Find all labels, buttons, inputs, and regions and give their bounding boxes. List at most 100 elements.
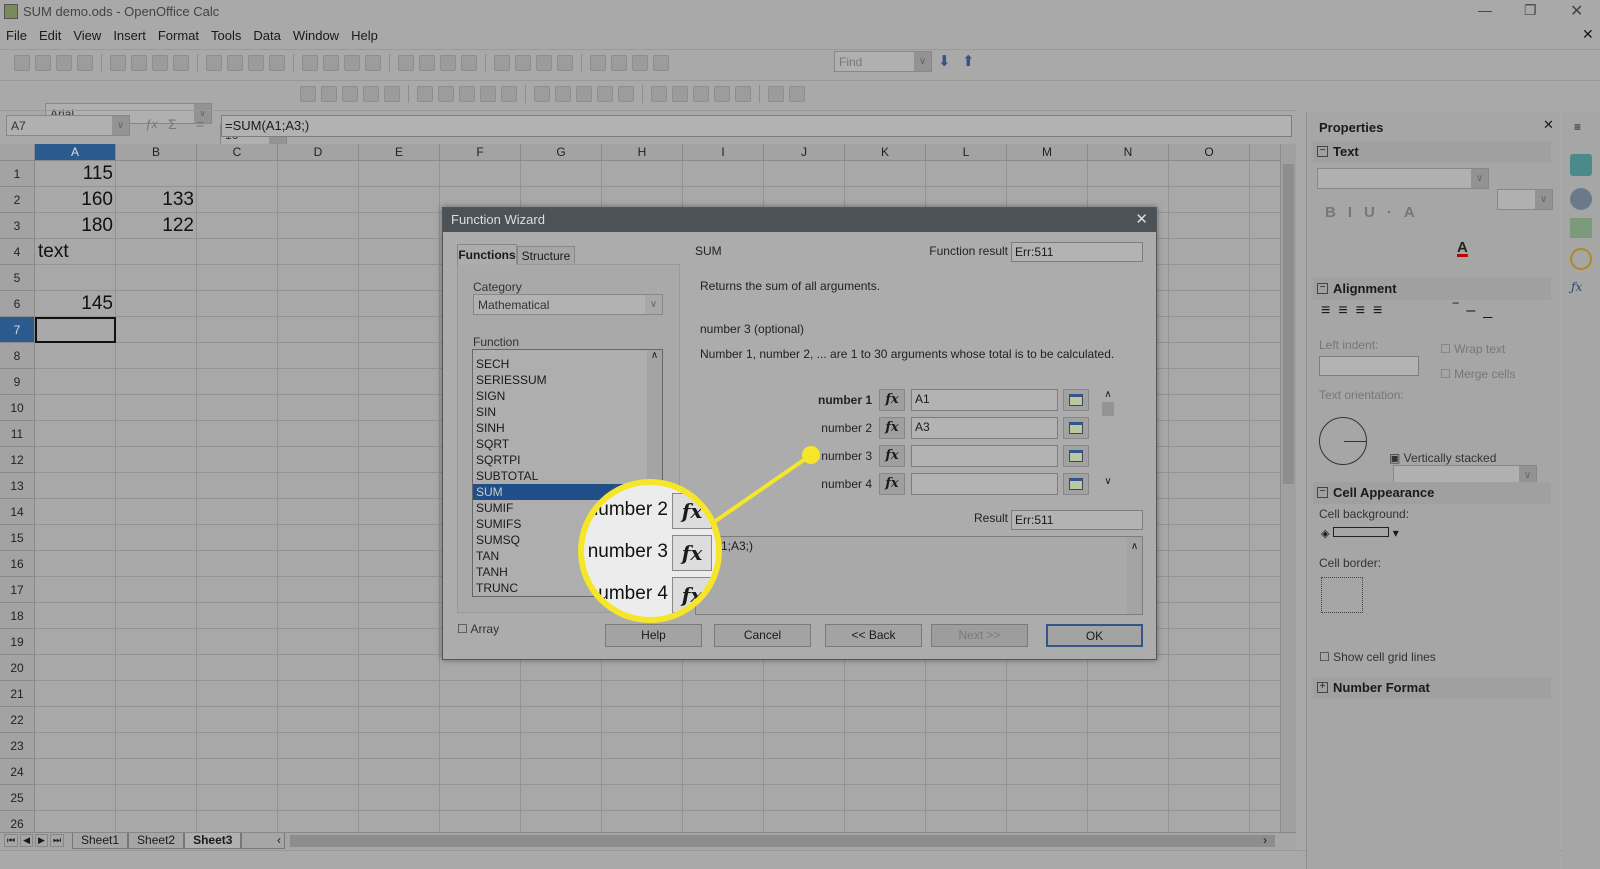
cell[interactable] (521, 811, 602, 832)
row-header[interactable]: 18 (0, 603, 35, 629)
cell[interactable] (764, 811, 845, 832)
cell[interactable] (521, 161, 602, 187)
gallery-deck-icon[interactable] (1570, 218, 1592, 238)
function-wizard-icon[interactable]: ƒx (145, 117, 158, 131)
column-header[interactable]: A (35, 144, 116, 161)
cell[interactable] (359, 421, 440, 447)
close-sidebar-button[interactable]: ✕ (1543, 117, 1554, 133)
cell[interactable] (926, 759, 1007, 785)
cell[interactable] (116, 369, 197, 395)
equals-icon[interactable]: = (196, 116, 204, 132)
toolbar-button-icon[interactable] (248, 54, 264, 71)
column-header[interactable]: E (359, 144, 440, 161)
format-button-icon[interactable] (300, 85, 316, 102)
cell[interactable] (116, 733, 197, 759)
toolbar-button-icon[interactable] (440, 54, 456, 71)
toolbar-button-icon[interactable] (131, 54, 147, 71)
cell[interactable] (359, 213, 440, 239)
cell[interactable] (683, 681, 764, 707)
cell[interactable] (1007, 707, 1088, 733)
cell[interactable] (197, 733, 278, 759)
cell[interactable] (764, 785, 845, 811)
cell-A3[interactable]: 180 (35, 213, 116, 239)
toolbar-button-icon[interactable] (77, 54, 93, 71)
menu-data[interactable]: Data (247, 26, 286, 46)
format-button-icon[interactable] (618, 85, 634, 102)
cell[interactable] (602, 759, 683, 785)
chevron-down-icon[interactable]: ∨ (1471, 169, 1488, 188)
format-button-icon[interactable] (342, 85, 358, 102)
cell[interactable] (197, 551, 278, 577)
cell[interactable] (359, 655, 440, 681)
cell[interactable] (35, 811, 116, 832)
cell[interactable] (845, 811, 926, 832)
cell[interactable] (35, 629, 116, 655)
scroll-right-icon[interactable]: › (1263, 833, 1267, 847)
menu-window[interactable]: Window (287, 26, 345, 46)
cell[interactable] (116, 447, 197, 473)
cell[interactable] (359, 369, 440, 395)
function-list-item[interactable]: SQRT (473, 436, 662, 452)
format-button-icon[interactable] (672, 85, 688, 102)
cell[interactable] (359, 499, 440, 525)
cell[interactable] (116, 785, 197, 811)
cell[interactable] (1169, 239, 1250, 265)
cell[interactable] (278, 317, 359, 343)
cell[interactable] (1007, 811, 1088, 832)
cell[interactable] (602, 707, 683, 733)
cell[interactable] (764, 161, 845, 187)
cell[interactable] (359, 291, 440, 317)
cell[interactable] (278, 681, 359, 707)
arguments-scrollbar[interactable]: ∧ ∨ (1101, 389, 1115, 495)
cell[interactable] (1169, 759, 1250, 785)
row-header[interactable]: 25 (0, 785, 35, 811)
toolbar-button-icon[interactable] (515, 54, 531, 71)
cell[interactable] (764, 733, 845, 759)
cell[interactable] (683, 161, 764, 187)
cell[interactable] (359, 629, 440, 655)
cell[interactable] (116, 759, 197, 785)
column-header[interactable]: G (521, 144, 602, 161)
menu-insert[interactable]: Insert (107, 26, 152, 46)
cell[interactable] (35, 681, 116, 707)
cell-background-button[interactable]: ◈ ▾ (1321, 526, 1411, 544)
show-grid-checkbox[interactable]: ☐ Show cell grid lines (1319, 650, 1436, 664)
dialog-close-button[interactable]: ✕ (1135, 208, 1148, 232)
cell[interactable] (197, 213, 278, 239)
cell[interactable] (278, 447, 359, 473)
sidebar-size-combo[interactable]: ∨ (1497, 189, 1553, 210)
menu-edit[interactable]: Edit (33, 26, 67, 46)
column-header[interactable]: M (1007, 144, 1088, 161)
shrink-button[interactable] (1063, 473, 1089, 495)
row-header[interactable]: 3 (0, 213, 35, 239)
cell[interactable] (1169, 603, 1250, 629)
row-header[interactable]: 22 (0, 707, 35, 733)
cell[interactable] (1088, 733, 1169, 759)
format-button-icon[interactable] (693, 85, 709, 102)
sheet-nav-button[interactable]: ▶ (35, 834, 48, 847)
cell[interactable] (116, 239, 197, 265)
vertical-align-buttons[interactable]: ‾–_ (1453, 302, 1500, 320)
shrink-button[interactable] (1063, 445, 1089, 467)
cell[interactable] (845, 707, 926, 733)
cell[interactable] (1169, 265, 1250, 291)
find-input[interactable]: Find ∨ (834, 51, 932, 72)
cell[interactable] (1169, 291, 1250, 317)
format-button-icon[interactable] (714, 85, 730, 102)
format-button-icon[interactable] (417, 85, 433, 102)
toolbar-button-icon[interactable] (14, 54, 30, 71)
merge-cells-checkbox[interactable]: ☐ Merge cells (1440, 367, 1515, 381)
navigator-deck-icon[interactable] (1570, 248, 1592, 270)
cell[interactable] (197, 187, 278, 213)
cell[interactable] (926, 811, 1007, 832)
cell[interactable] (35, 343, 116, 369)
cell[interactable] (116, 811, 197, 832)
scroll-left-icon[interactable]: ‹ (277, 833, 281, 847)
argument-input[interactable] (911, 445, 1058, 467)
cell[interactable] (278, 473, 359, 499)
sheet-tab-sheet2[interactable]: Sheet2 (128, 833, 185, 849)
toolbar-button-icon[interactable] (611, 54, 627, 71)
row-header[interactable]: 26 (0, 811, 35, 832)
row-header[interactable]: 5 (0, 265, 35, 291)
cell[interactable] (197, 525, 278, 551)
